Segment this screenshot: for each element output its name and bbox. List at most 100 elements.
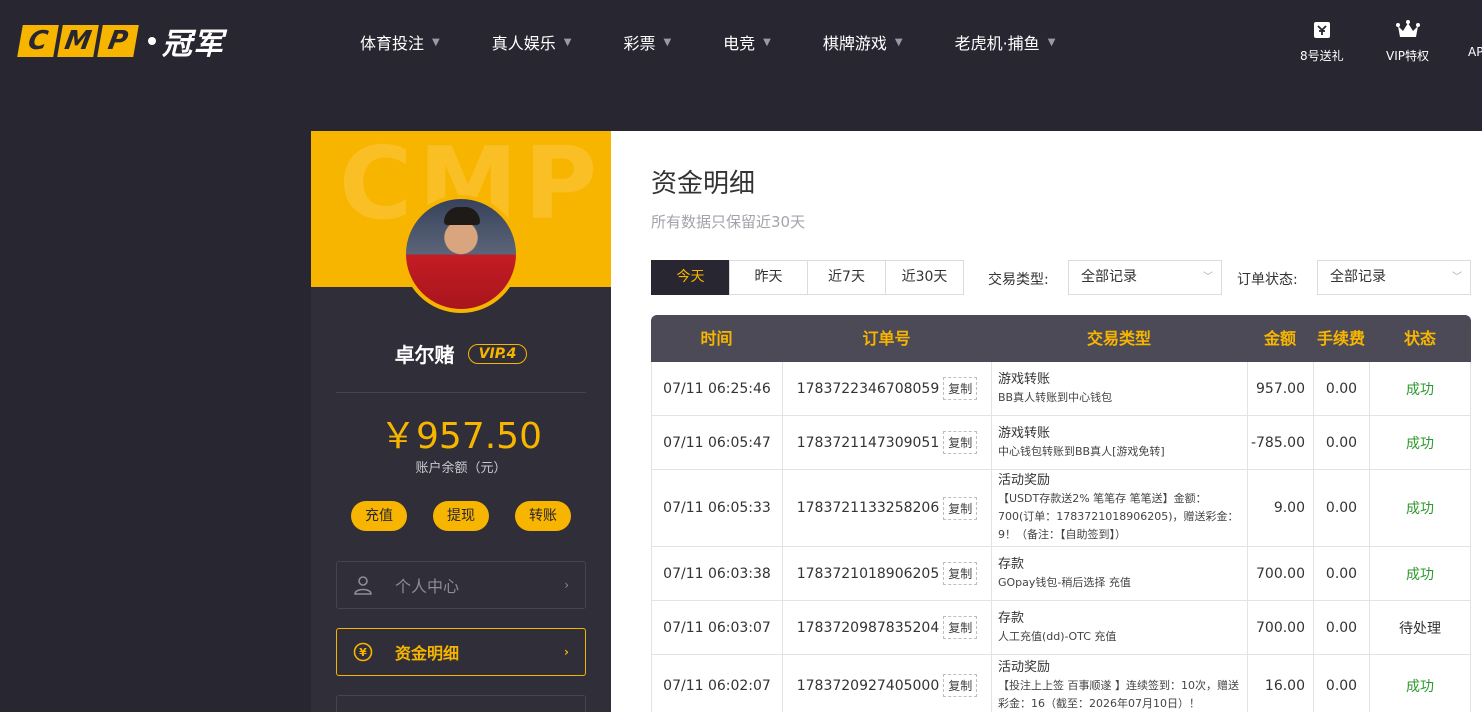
table-row: 07/11 06:25:46 1783722346708059 复制 游戏转账 BB… bbox=[651, 362, 1471, 416]
copy-button[interactable]: 复制 bbox=[943, 674, 978, 697]
status-filter-label: 订单状态: bbox=[1237, 272, 1298, 288]
app-link[interactable]: AP bbox=[1468, 20, 1482, 59]
tab-yesterday[interactable]: 昨天 bbox=[729, 260, 808, 295]
row-fee: 0.00 bbox=[1313, 547, 1369, 600]
row-type-cell: 活动奖励 【投注上上签 百事顺遂 】连续签到：10次，赠送彩金：16（截至：202… bbox=[991, 655, 1247, 712]
deposit-button[interactable]: 充值 bbox=[351, 501, 407, 531]
status-filter-select[interactable]: 全部记录 ﹀ bbox=[1317, 260, 1471, 295]
nav-label: 老虎机·捕鱼 bbox=[954, 34, 1040, 53]
crown-icon bbox=[1386, 20, 1429, 44]
menu-item-next[interactable] bbox=[336, 695, 586, 712]
row-type-cell: 游戏转账 中心钱包转账到BB真人[游戏免转] bbox=[991, 416, 1247, 469]
row-order-cell: 1783721133258206 复制 bbox=[782, 470, 991, 546]
vip-badge: VIP.4 bbox=[467, 343, 528, 364]
row-status: 成功 bbox=[1369, 547, 1471, 600]
nav-item-live-casino[interactable]: 真人娱乐 ▼ bbox=[492, 30, 572, 54]
nav-item-lottery[interactable]: 彩票 ▼ bbox=[623, 30, 671, 54]
chevron-down-icon: ▼ bbox=[894, 36, 903, 48]
row-amount: 700.00 bbox=[1247, 547, 1313, 600]
row-type: 存款 bbox=[998, 556, 1025, 572]
nav-label: 电竞 bbox=[723, 34, 756, 53]
nav-item-sports[interactable]: 体育投注 ▼ bbox=[360, 30, 440, 54]
row-order: 1783721147309051 bbox=[796, 434, 940, 451]
row-type: 游戏转账 bbox=[998, 425, 1051, 441]
nav-label: 体育投注 bbox=[360, 34, 425, 53]
transactions-table: 时间 订单号 交易类型 金额 手续费 状态 07/11 06:25:46 178… bbox=[651, 315, 1471, 712]
row-status: 成功 bbox=[1369, 655, 1471, 712]
app-label: AP bbox=[1468, 45, 1482, 59]
column-header-order: 订单号 bbox=[862, 329, 911, 348]
row-desc: BB真人转账到中心钱包 bbox=[998, 390, 1113, 404]
app-icon bbox=[1468, 20, 1482, 42]
copy-button[interactable]: 复制 bbox=[943, 562, 978, 585]
row-type-cell: 存款 人工充值(dd)-OTC 充值 bbox=[991, 601, 1247, 654]
chevron-down-icon: ▼ bbox=[663, 36, 672, 48]
nav-item-slots-fishing[interactable]: 老虎机·捕鱼 ▼ bbox=[955, 30, 1056, 54]
row-desc: 【投注上上签 百事顺遂 】连续签到：10次，赠送彩金：16（截至：2026年07… bbox=[998, 678, 1239, 710]
tab-7-days[interactable]: 近7天 bbox=[807, 260, 886, 295]
username-row: 卓尔赌 VIP.4 bbox=[311, 339, 611, 368]
row-order-cell: 1783720927405000 复制 bbox=[782, 655, 991, 712]
row-fee: 0.00 bbox=[1313, 601, 1369, 654]
transfer-button[interactable]: 转账 bbox=[515, 501, 571, 531]
avatar[interactable] bbox=[402, 195, 520, 313]
row-order-cell: 1783720987835204 复制 bbox=[782, 601, 991, 654]
nav-item-esports[interactable]: 电竞 ▼ bbox=[723, 30, 771, 54]
logo-dot bbox=[148, 37, 156, 45]
menu-item-profile[interactable]: 个人中心 › bbox=[336, 561, 586, 609]
chevron-right-icon: › bbox=[564, 645, 569, 659]
table-row: 07/11 06:05:47 1783721147309051 复制 游戏转账 中心… bbox=[651, 416, 1471, 470]
menu-item-label: 资金明细 bbox=[395, 644, 460, 663]
gift-label: 8号送礼 bbox=[1300, 49, 1344, 63]
balance-amount: ￥957.50 bbox=[380, 416, 542, 457]
row-order: 1783720927405000 bbox=[796, 677, 940, 694]
type-filter-select[interactable]: 全部记录 ﹀ bbox=[1068, 260, 1222, 295]
vip-link[interactable]: VIP特权 bbox=[1386, 20, 1429, 64]
avatar-hair bbox=[444, 207, 480, 225]
balance-label: 账户余额（元） bbox=[415, 461, 507, 476]
row-type-cell: 活动奖励 【USDT存款送2% 笔笔存 笔笔送】金额：700(订单：1783721… bbox=[991, 470, 1247, 546]
logo-letter: P bbox=[97, 25, 139, 57]
column-header-type: 交易类型 bbox=[1086, 329, 1151, 348]
copy-button[interactable]: 复制 bbox=[943, 496, 978, 520]
row-status: 成功 bbox=[1369, 362, 1471, 415]
menu-item-funds[interactable]: ¥ 资金明细 › bbox=[336, 628, 586, 676]
nav-label: 彩票 bbox=[623, 34, 656, 53]
table-row: 07/11 06:03:07 1783720987835204 复制 存款 人工充值… bbox=[651, 601, 1471, 655]
logo-cn-text: 冠军 bbox=[162, 27, 224, 62]
row-fee: 0.00 bbox=[1313, 655, 1369, 712]
profile-panel: CMP 卓尔赌 VIP.4 ￥957.50 账户余额（元） 充值 提现 转账 个… bbox=[311, 131, 611, 712]
chevron-down-icon: ▼ bbox=[432, 36, 440, 48]
site-logo[interactable]: C M P 冠军 bbox=[17, 24, 224, 62]
chevron-down-icon: ﹀ bbox=[1452, 272, 1462, 283]
row-desc: GOpay钱包-稍后选择 充值 bbox=[998, 575, 1131, 589]
row-type-cell: 游戏转账 BB真人转账到中心钱包 bbox=[991, 362, 1247, 415]
divider bbox=[336, 392, 586, 393]
copy-button[interactable]: 复制 bbox=[943, 431, 978, 454]
row-desc: 人工充值(dd)-OTC 充值 bbox=[998, 629, 1117, 643]
type-filter-value: 全部记录 bbox=[1081, 269, 1137, 285]
wallet-actions: 充值 提现 转账 bbox=[351, 501, 571, 531]
row-status: 成功 bbox=[1369, 470, 1471, 546]
logo-letter: M bbox=[57, 25, 99, 57]
tab-today[interactable]: 今天 bbox=[651, 260, 730, 295]
row-order: 1783721018906205 bbox=[796, 565, 940, 582]
column-header-time: 时间 bbox=[700, 329, 733, 348]
date-tabs: 今天 昨天 近7天 近30天 bbox=[651, 260, 964, 295]
row-amount: -785.00 bbox=[1247, 416, 1313, 469]
yen-coin-icon: ¥ bbox=[353, 642, 373, 662]
page-subtitle: 所有数据只保留近30天 bbox=[651, 213, 806, 231]
row-time: 07/11 06:05:33 bbox=[651, 470, 782, 546]
copy-button[interactable]: 复制 bbox=[943, 616, 978, 639]
row-amount: 700.00 bbox=[1247, 601, 1313, 654]
row-order: 1783722346708059 bbox=[796, 380, 940, 397]
row-time: 07/11 06:25:46 bbox=[651, 362, 782, 415]
chevron-down-icon: ▼ bbox=[563, 36, 572, 48]
nav-item-card-games[interactable]: 棋牌游戏 ▼ bbox=[823, 30, 903, 54]
svg-text:¥: ¥ bbox=[359, 646, 367, 659]
gift-link[interactable]: 8号送礼 bbox=[1300, 20, 1344, 64]
copy-button[interactable]: 复制 bbox=[943, 377, 978, 400]
withdraw-button[interactable]: 提现 bbox=[433, 501, 489, 531]
tab-30-days[interactable]: 近30天 bbox=[885, 260, 964, 295]
username: 卓尔赌 bbox=[394, 343, 455, 367]
